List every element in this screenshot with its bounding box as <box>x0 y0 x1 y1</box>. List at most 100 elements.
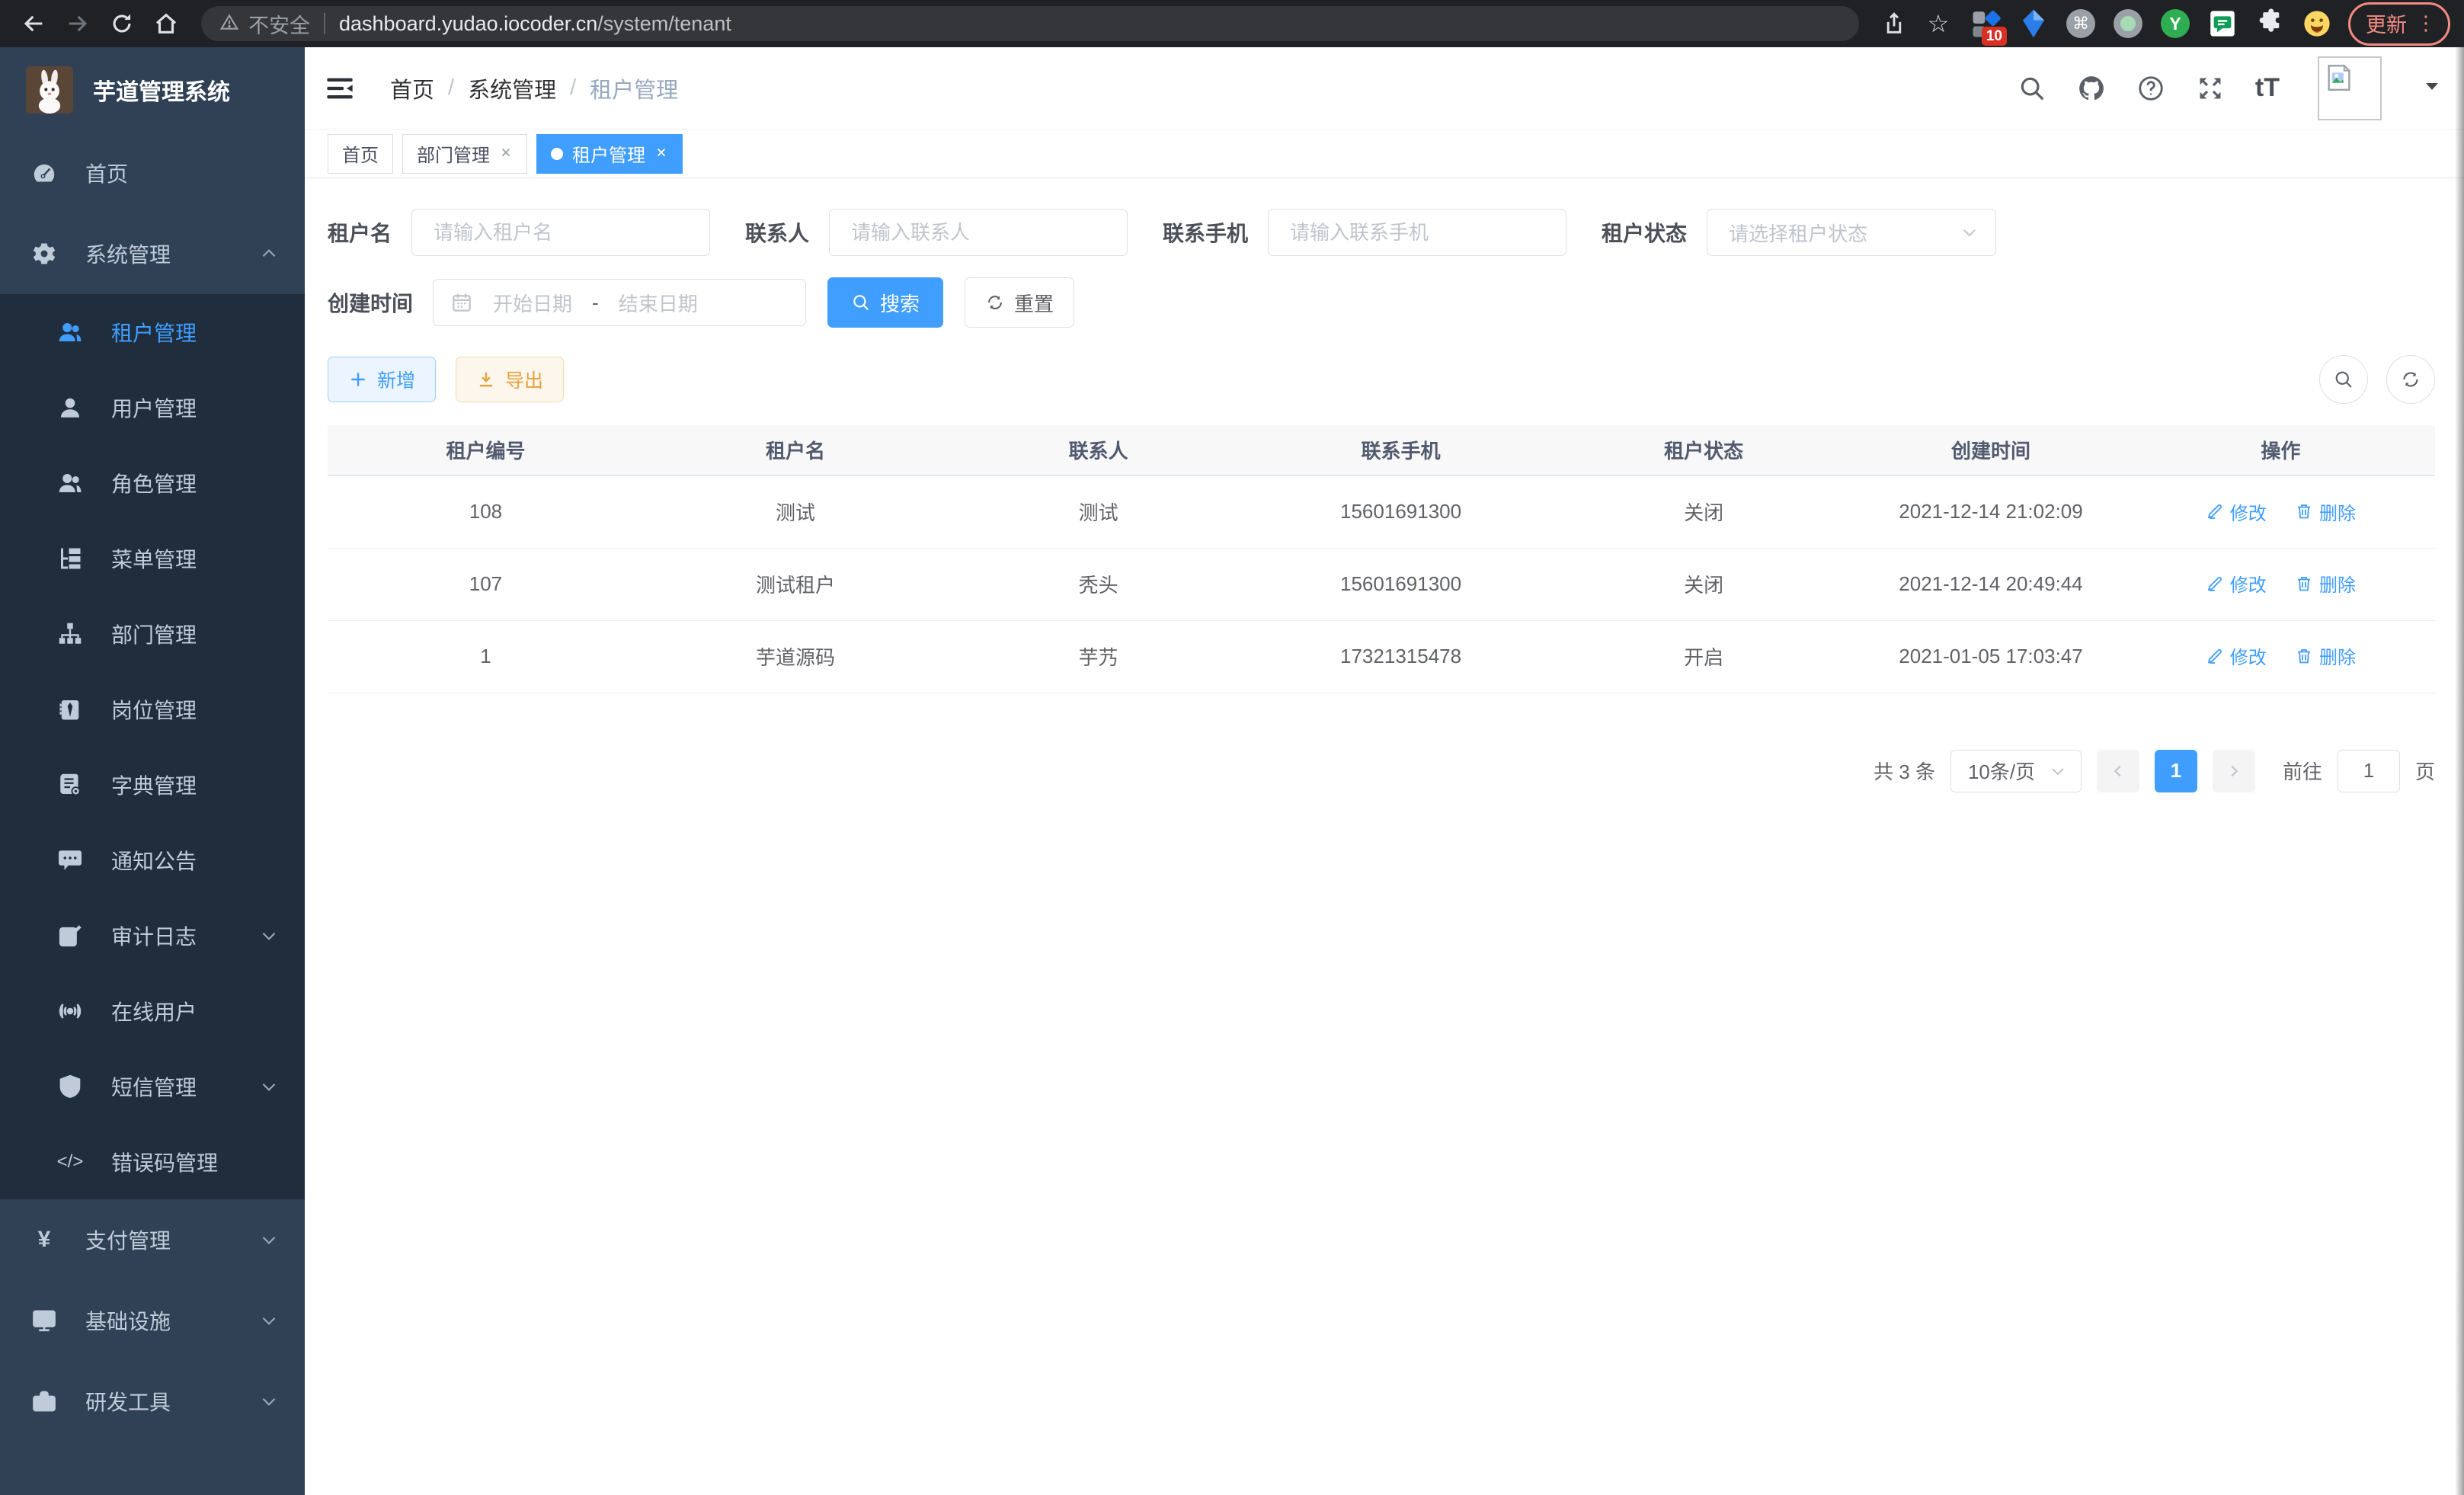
status-select[interactable]: 请选择租户状态 <box>1707 209 1996 256</box>
search-button[interactable]: 搜索 <box>827 277 943 328</box>
tab-tenant[interactable]: 租户管理 <box>536 134 683 174</box>
extensions-puzzle-icon[interactable] <box>2254 8 2286 40</box>
chevron-down-icon <box>1960 223 1979 242</box>
delete-link[interactable]: 删除 <box>2295 570 2356 597</box>
share-icon[interactable] <box>1874 4 1914 43</box>
breadcrumb-separator: / <box>570 75 576 101</box>
sidebar-item-label: 基础设施 <box>85 1305 171 1336</box>
search-icon <box>2333 369 2354 390</box>
github-icon[interactable] <box>2077 74 2106 103</box>
next-page-button[interactable] <box>2213 750 2255 792</box>
sidebar-item-label: 支付管理 <box>85 1224 171 1255</box>
mobile-input[interactable] <box>1268 209 1566 256</box>
sidebar-item-home[interactable]: 首页 <box>0 133 305 213</box>
sidebar-item-notice[interactable]: 通知公告 <box>0 822 305 898</box>
browser-menu-kebab-icon[interactable]: ⋮ <box>2416 11 2436 35</box>
tenant-table: 租户编号 租户名 联系人 联系手机 租户状态 创建时间 操作 108 测试 测试 <box>328 425 2435 693</box>
browser-reload-icon[interactable] <box>102 4 142 43</box>
tenant-name-input[interactable] <box>411 209 710 256</box>
font-size-icon[interactable]: tT <box>2255 73 2280 103</box>
browser-forward-icon[interactable] <box>58 4 98 43</box>
export-button[interactable]: 导出 <box>456 357 564 402</box>
reset-button[interactable]: 重置 <box>965 277 1074 328</box>
page-size-select[interactable]: 10条/页 <box>1950 750 2082 792</box>
refresh-table-button[interactable] <box>2386 355 2435 404</box>
contact-input[interactable] <box>829 209 1128 256</box>
app-logo-row[interactable]: 芋道管理系统 <box>0 47 305 133</box>
edit-link[interactable]: 修改 <box>2206 570 2267 597</box>
kite-extension-icon[interactable] <box>2018 8 2050 40</box>
fullscreen-icon[interactable] <box>2196 74 2225 103</box>
tab-dept[interactable]: 部门管理 <box>402 134 527 174</box>
sidebar-item-dict[interactable]: 字典管理 <box>0 747 305 822</box>
sidebar-item-error-code[interactable]: </> 错误码管理 <box>0 1124 305 1199</box>
security-label[interactable]: 不安全 <box>248 9 310 39</box>
column-header: 操作 <box>2126 425 2435 475</box>
not-secure-warning-icon <box>219 12 239 36</box>
close-icon[interactable] <box>654 143 668 165</box>
sidebar-collapse-icon[interactable] <box>325 71 360 106</box>
browser-home-icon[interactable] <box>146 4 186 43</box>
breadcrumb: 首页 / 系统管理 / 租户管理 <box>390 72 678 104</box>
close-icon[interactable] <box>499 143 513 165</box>
command-extension-icon[interactable]: ⌘ <box>2065 8 2097 40</box>
create-time-range-picker[interactable]: 开始日期 - 结束日期 <box>433 279 806 326</box>
delete-link[interactable]: 删除 <box>2295 498 2356 525</box>
address-bar[interactable]: 不安全 dashboard.yudao.iocoder.cn/system/te… <box>201 6 1859 41</box>
create-time-label: 创建时间 <box>328 287 413 318</box>
goto-label: 前往 <box>2283 757 2322 785</box>
chat-extension-icon[interactable] <box>2206 8 2238 40</box>
mobile-label: 联系手机 <box>1163 217 1248 248</box>
header-search-icon[interactable] <box>2018 74 2046 103</box>
sidebar-item-menu[interactable]: 菜单管理 <box>0 520 305 596</box>
breadcrumb-separator: / <box>448 75 454 101</box>
refresh-icon <box>2400 369 2421 390</box>
emoji-extension-icon[interactable] <box>2301 8 2333 40</box>
date-range-separator: - <box>592 291 599 315</box>
page-url[interactable]: dashboard.yudao.iocoder.cn/system/tenant <box>339 12 731 36</box>
sidebar-item-user[interactable]: 用户管理 <box>0 370 305 445</box>
extensions-row: 10 ⌘ Y <box>1970 8 2333 40</box>
prev-page-button[interactable] <box>2097 750 2139 792</box>
toggle-search-button[interactable] <box>2319 355 2368 404</box>
breadcrumb-system[interactable]: 系统管理 <box>468 72 556 104</box>
refresh-icon <box>985 293 1005 312</box>
column-header: 租户状态 <box>1552 425 1855 475</box>
edit-link[interactable]: 修改 <box>2206 498 2267 525</box>
avatar[interactable] <box>2318 56 2382 120</box>
help-question-icon[interactable] <box>2136 74 2165 103</box>
sidebar-item-online-users[interactable]: 在线用户 <box>0 973 305 1048</box>
recorder-extension-icon[interactable] <box>2112 8 2144 40</box>
goto-page-input[interactable] <box>2338 750 2400 792</box>
browser-back-icon[interactable] <box>14 4 53 43</box>
sidebar-item-post[interactable]: 岗位管理 <box>0 671 305 747</box>
download-icon <box>476 370 496 389</box>
sidebar-item-sms[interactable]: 短信管理 <box>0 1048 305 1124</box>
sidebar-item-tenant[interactable]: 租户管理 <box>0 294 305 370</box>
tag-manager-extension-icon[interactable]: 10 <box>1970 8 2002 40</box>
sidebar-item-dept[interactable]: 部门管理 <box>0 596 305 671</box>
sidebar-item-audit-log[interactable]: 审计日志 <box>0 898 305 973</box>
delete-link[interactable]: 删除 <box>2295 642 2356 669</box>
page-number-button[interactable]: 1 <box>2155 750 2197 792</box>
app-logo-rabbit-image <box>26 66 73 114</box>
column-header: 联系人 <box>947 425 1250 475</box>
table-row: 107 测试租户 秃头 15601691300 关闭 2021-12-14 20… <box>328 548 2435 620</box>
sidebar-item-dev-tools[interactable]: 研发工具 <box>0 1361 305 1442</box>
edit-link[interactable]: 修改 <box>2206 642 2267 669</box>
bookmark-star-icon[interactable]: ☆ <box>1918 4 1958 43</box>
sidebar-item-payment[interactable]: ¥ 支付管理 <box>0 1199 305 1280</box>
avatar-dropdown-caret-icon[interactable] <box>2423 77 2441 99</box>
trash-icon <box>2295 575 2313 593</box>
tab-home[interactable]: 首页 <box>328 134 393 174</box>
breadcrumb-home[interactable]: 首页 <box>390 72 434 104</box>
add-button[interactable]: 新增 <box>328 357 436 402</box>
breadcrumb-current: 租户管理 <box>590 72 678 104</box>
sidebar-item-system[interactable]: 系统管理 <box>0 213 305 294</box>
y-extension-icon[interactable]: Y <box>2159 8 2191 40</box>
sidebar-item-infrastructure[interactable]: 基础设施 <box>0 1280 305 1361</box>
browser-update-button[interactable]: 更新 ⋮ <box>2348 2 2450 46</box>
edit-pencil-icon <box>2206 647 2224 665</box>
sidebar-item-role[interactable]: 角色管理 <box>0 445 305 520</box>
gear-icon <box>30 240 58 267</box>
